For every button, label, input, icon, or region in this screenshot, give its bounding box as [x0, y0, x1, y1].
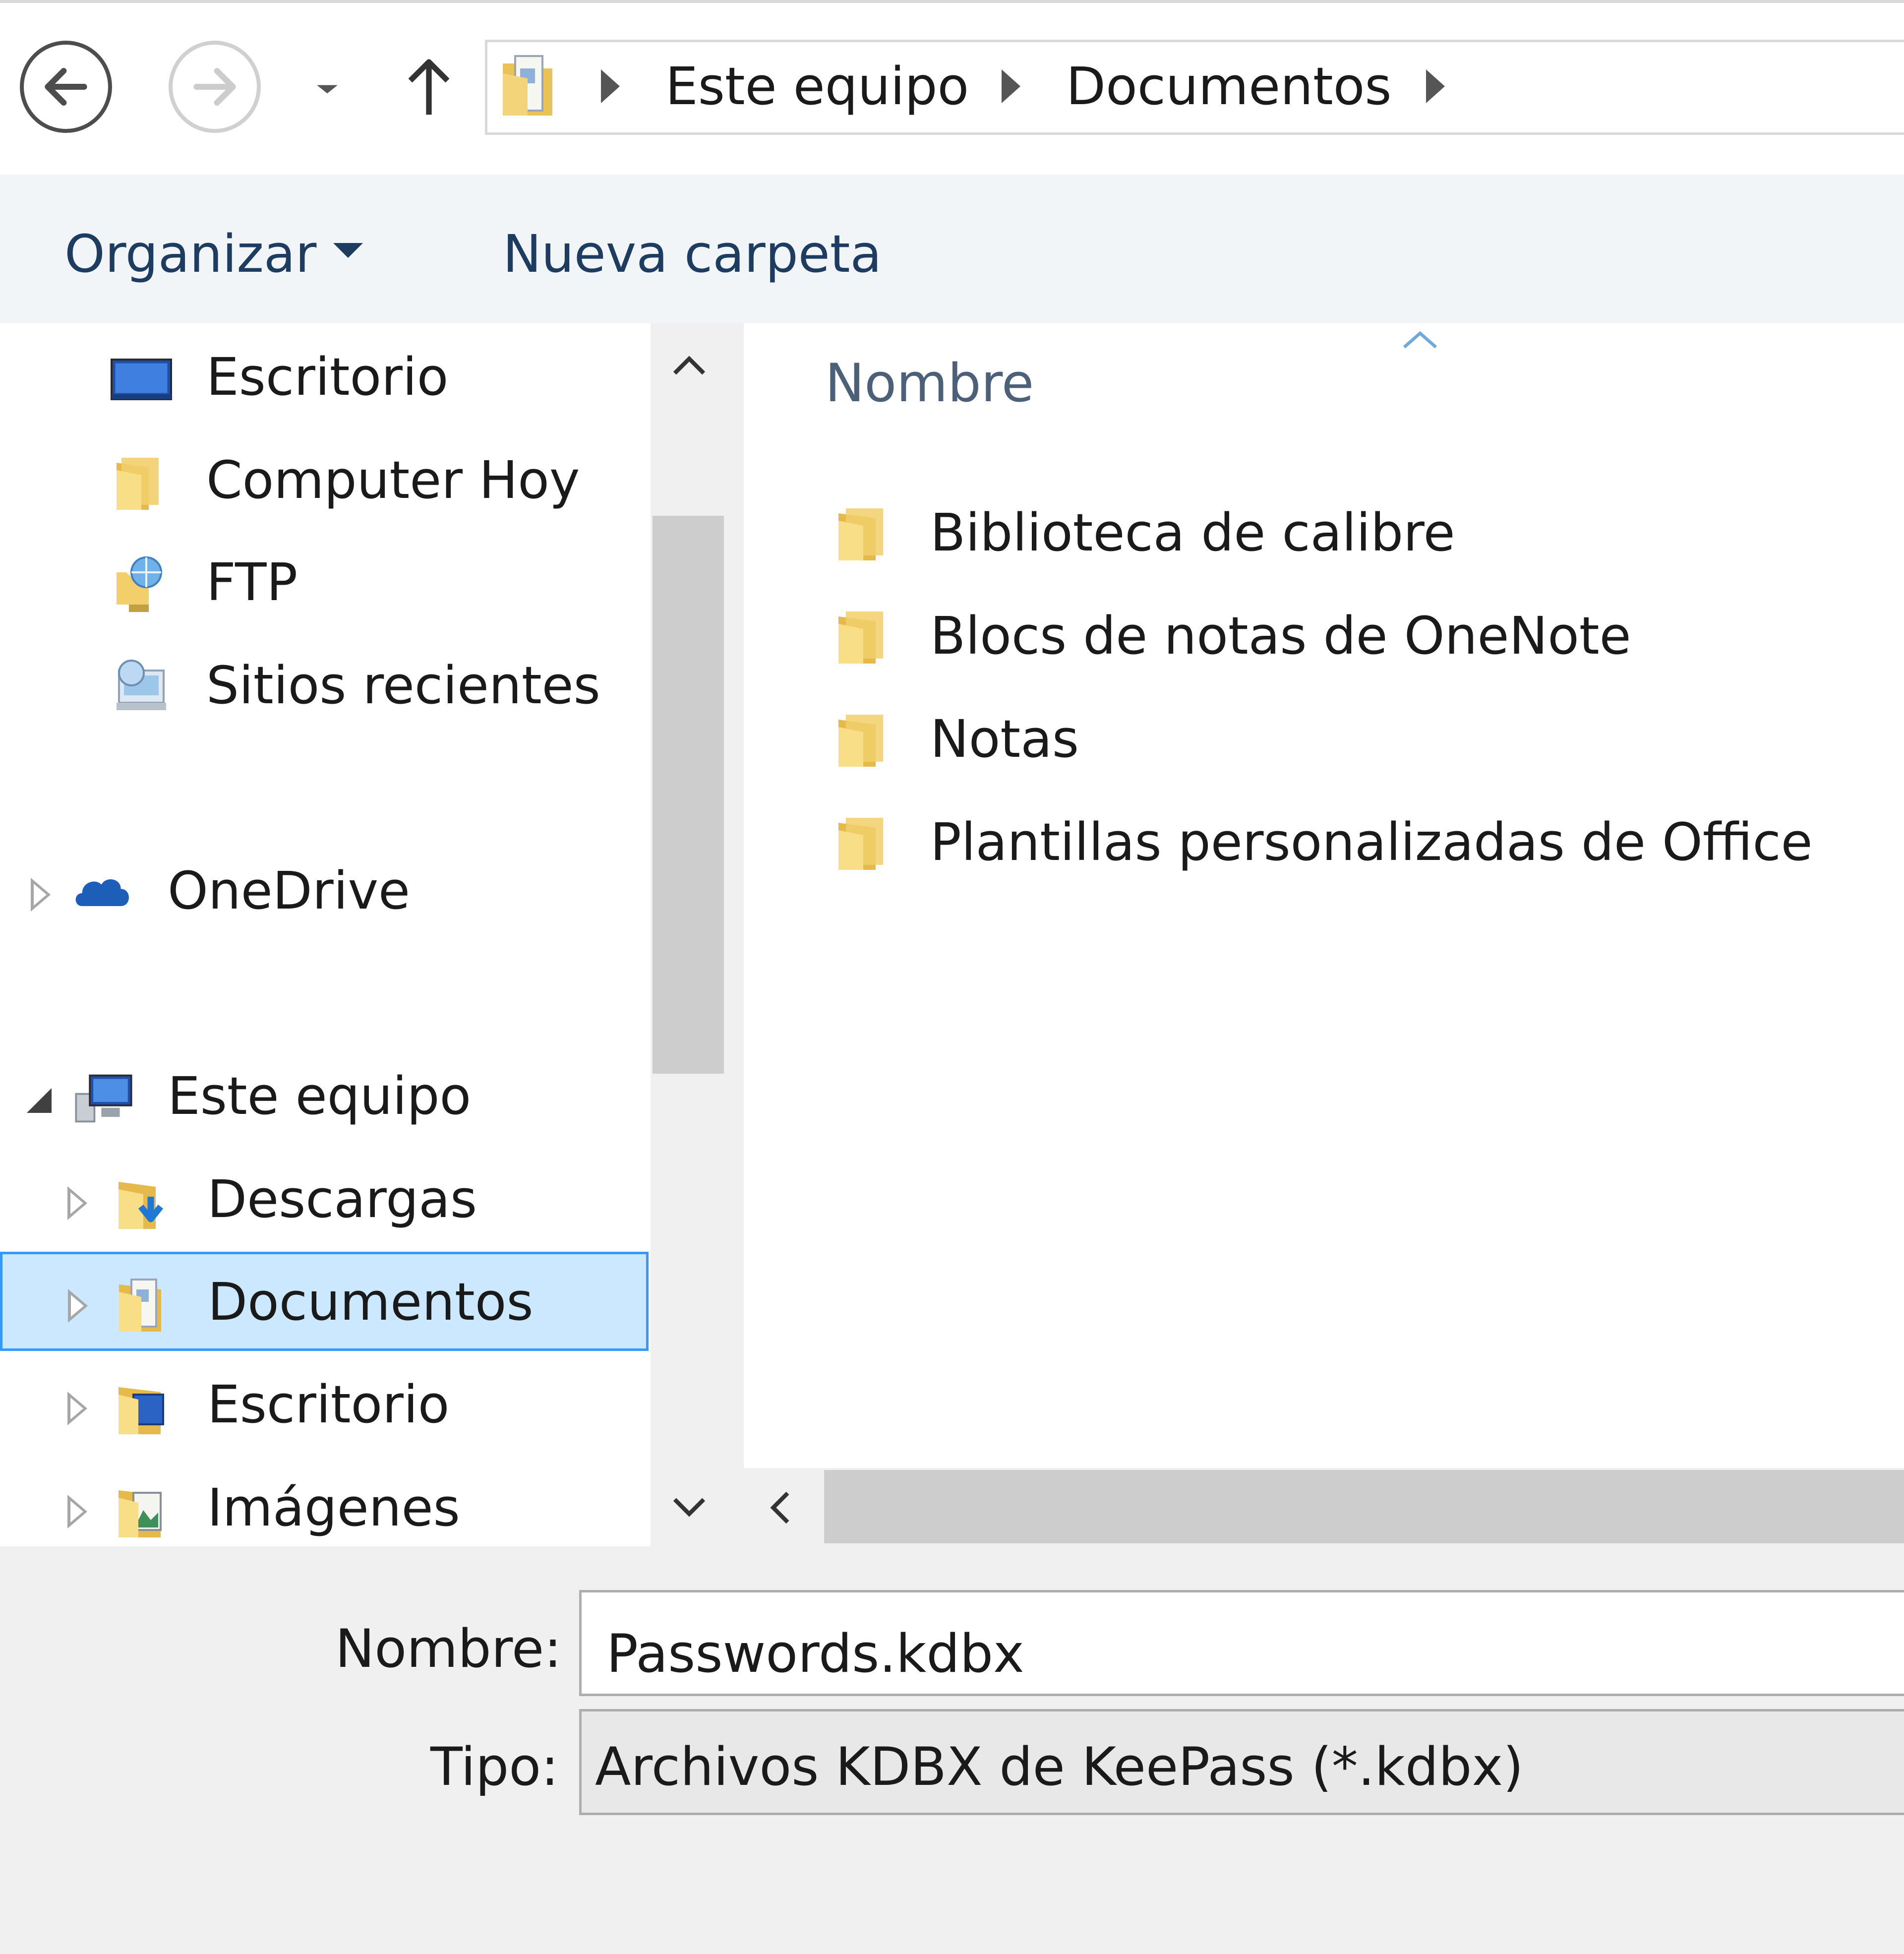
chevron-down-icon: [673, 1498, 706, 1517]
new-folder-button[interactable]: Nueva carpeta: [503, 228, 882, 280]
breadcrumb-separator-icon: [1002, 69, 1020, 103]
back-button[interactable]: [20, 41, 112, 133]
file-item-name: Biblioteca de calibre: [930, 502, 1455, 563]
ftp-icon: [117, 556, 162, 612]
file-item-name: Plantillas personalizadas de Office: [930, 812, 1813, 872]
file-name-input[interactable]: [579, 1590, 1904, 1696]
top-border: [0, 0, 1904, 3]
documents-folder-icon: [503, 55, 552, 116]
arrow-right-icon: [193, 67, 236, 106]
downloads-folder-icon: [119, 1182, 164, 1229]
sort-ascending-icon: [1400, 329, 1440, 351]
folder-icon: [838, 818, 883, 870]
nav-item-label: Este equipo: [168, 1066, 472, 1126]
documents-folder-icon: [119, 1279, 161, 1332]
folder-icon: [117, 458, 159, 510]
expand-arrow-icon[interactable]: [67, 1392, 87, 1425]
chevron-left-icon: [770, 1491, 789, 1524]
nav-item-escritorio-pc[interactable]: Escritorio: [0, 1355, 651, 1454]
breadcrumb-separator-icon: [601, 69, 620, 103]
nav-item-sitios-recientes[interactable]: Sitios recientes: [0, 636, 651, 735]
horizontal-scrollbar-thumb[interactable]: [824, 1470, 1904, 1543]
file-name-label: Nombre:: [335, 1618, 562, 1679]
arrow-up-icon: [408, 59, 450, 115]
column-header-nombre[interactable]: Nombre: [825, 357, 1034, 410]
file-item[interactable]: Plantillas personalizadas de Office: [818, 793, 1904, 892]
up-button[interactable]: [392, 50, 466, 124]
nav-item-imagenes[interactable]: Imágenes: [0, 1458, 651, 1557]
file-type-value: Archivos KDBX de KeePass (*.kdbx): [595, 1736, 1524, 1797]
nav-item-label: Sitios recientes: [206, 655, 600, 716]
nav-item-label: Computer Hoy: [206, 450, 580, 510]
breadcrumb-documentos[interactable]: Documentos: [1066, 61, 1392, 112]
desktop-folder-icon: [119, 1387, 164, 1434]
expand-arrow-icon[interactable]: [68, 1289, 88, 1323]
expand-arrow-icon[interactable]: [67, 1495, 87, 1528]
nav-pane-scrollbar-thumb[interactable]: [653, 516, 724, 1074]
expand-arrow-icon[interactable]: [31, 878, 51, 912]
folder-icon: [838, 715, 883, 767]
nav-item-label: Imágenes: [207, 1477, 460, 1538]
folder-icon: [838, 508, 883, 560]
desktop-icon: [111, 359, 172, 400]
forward-button[interactable]: [169, 41, 261, 133]
breadcrumb-este-equipo[interactable]: Este equipo: [665, 61, 969, 112]
chevron-up-icon: [673, 356, 706, 375]
folder-icon: [838, 611, 883, 664]
nav-item-escritorio[interactable]: Escritorio: [0, 327, 651, 427]
pane-separator[interactable]: [726, 323, 744, 1546]
file-item[interactable]: Notas: [818, 689, 1904, 789]
nav-item-label: OneDrive: [168, 860, 411, 921]
expand-arrow-icon[interactable]: [67, 1186, 87, 1220]
nav-item-label: Escritorio: [206, 347, 449, 407]
nav-item-computer-hoy[interactable]: Computer Hoy: [0, 430, 651, 530]
address-folder-icon: [498, 49, 562, 123]
computer-icon: [75, 1074, 132, 1123]
nav-item-onedrive[interactable]: OneDrive: [0, 841, 651, 940]
file-item-name: Blocs de notas de OneNote: [930, 606, 1631, 666]
arrow-left-icon: [45, 67, 87, 106]
recent-places-icon: [117, 660, 166, 710]
chevron-down-icon: [333, 243, 363, 258]
nav-item-label: Escritorio: [207, 1374, 450, 1435]
nav-item-ftp[interactable]: FTP: [0, 533, 651, 632]
onedrive-cloud-icon: [75, 879, 129, 906]
pictures-folder-icon: [119, 1490, 162, 1537]
chevron-down-icon: [317, 85, 338, 94]
nav-item-documentos[interactable]: Documentos: [0, 1252, 649, 1351]
organize-button[interactable]: Organizar: [64, 228, 316, 280]
recent-locations-button[interactable]: [302, 64, 352, 114]
collapse-arrow-icon[interactable]: [27, 1088, 52, 1113]
breadcrumb-separator-icon[interactable]: [1426, 69, 1445, 103]
file-type-label: Tipo:: [430, 1736, 559, 1797]
scroll-left-button[interactable]: [757, 1483, 806, 1532]
scroll-up-button[interactable]: [664, 342, 714, 392]
file-item[interactable]: Biblioteca de calibre: [818, 483, 1904, 582]
file-item[interactable]: Blocs de notas de OneNote: [818, 586, 1904, 685]
scroll-down-button[interactable]: [664, 1481, 714, 1530]
nav-item-label: Documentos: [208, 1272, 534, 1332]
nav-item-este-equipo[interactable]: Este equipo: [0, 1046, 651, 1146]
nav-item-descargas[interactable]: Descargas: [0, 1150, 651, 1249]
sort-up-icon: [1403, 331, 1437, 349]
file-item-name: Notas: [930, 709, 1079, 769]
nav-item-label: Descargas: [207, 1169, 477, 1229]
nav-item-label: FTP: [206, 552, 298, 612]
